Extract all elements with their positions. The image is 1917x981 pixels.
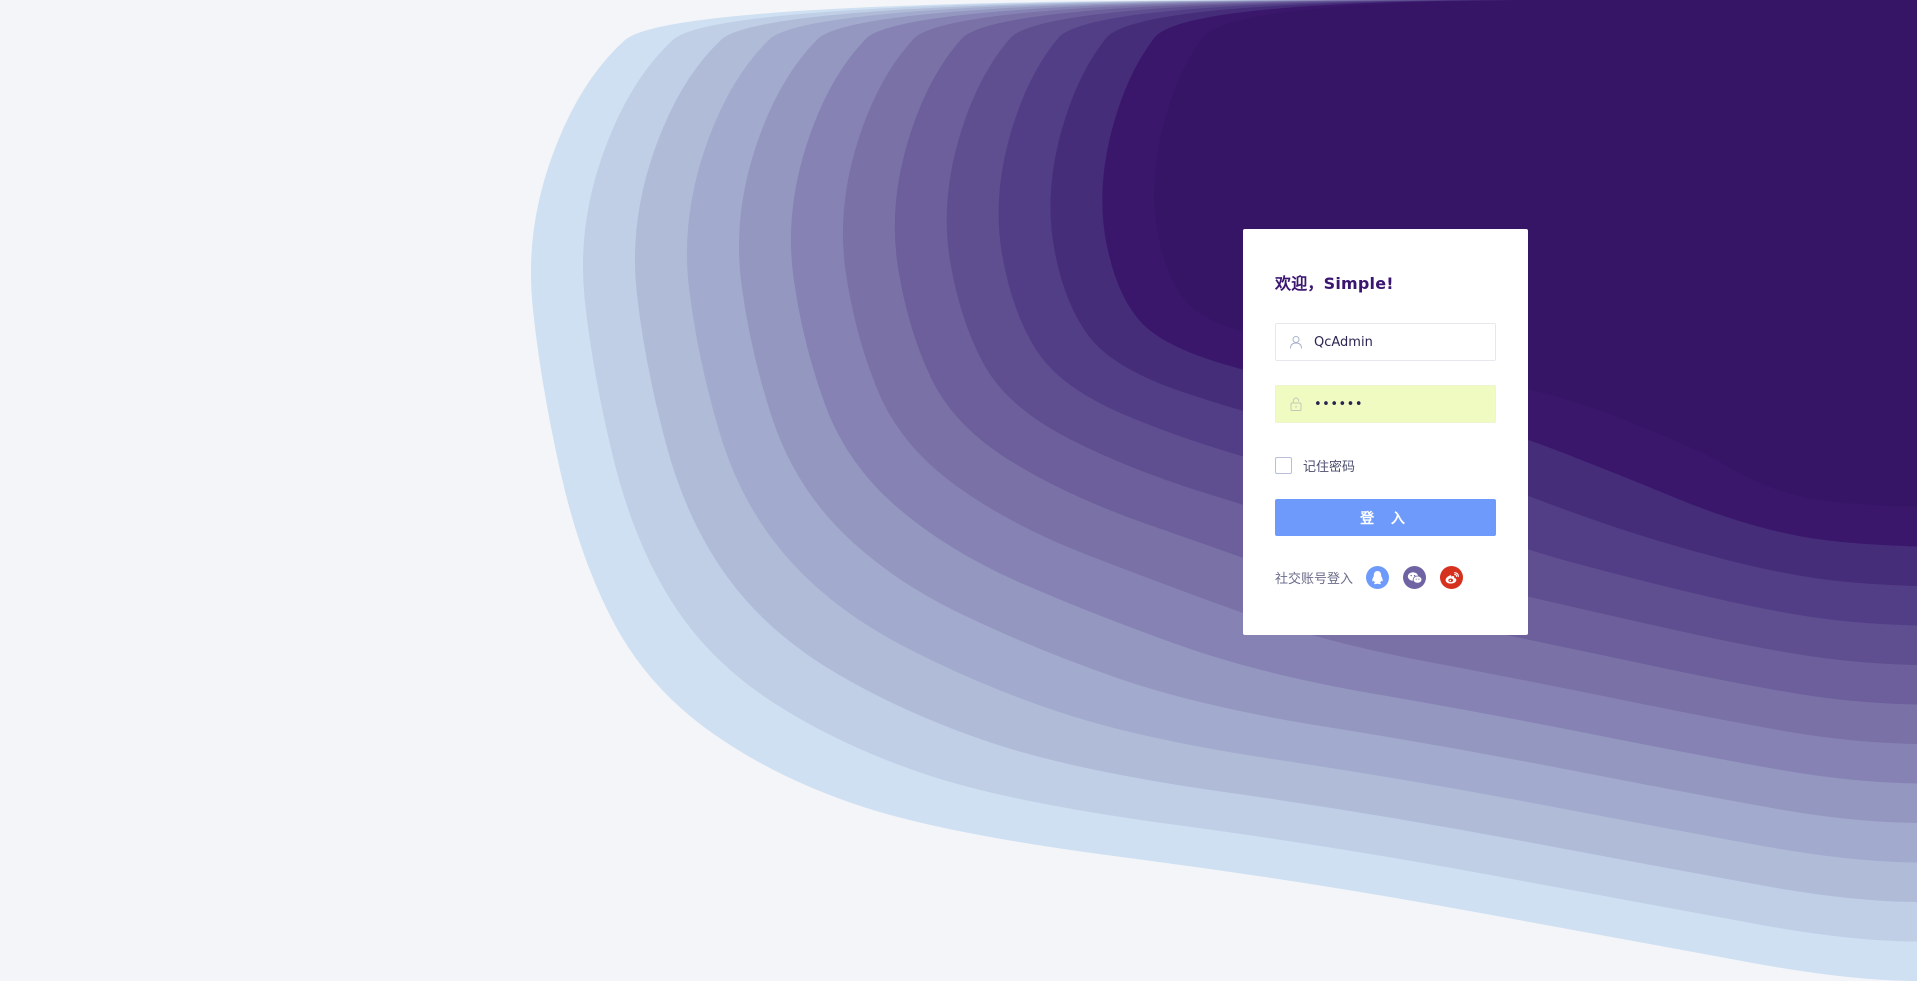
wechat-icon[interactable] bbox=[1403, 566, 1427, 589]
social-login: 社交账号登入 bbox=[1275, 566, 1477, 589]
social-login-label: 社交账号登入 bbox=[1275, 572, 1354, 587]
username-input[interactable] bbox=[1314, 324, 1489, 360]
qq-icon[interactable] bbox=[1366, 566, 1390, 589]
user-icon bbox=[1289, 335, 1303, 349]
lock-icon bbox=[1289, 397, 1303, 411]
remember-password[interactable]: 记住密码 bbox=[1275, 456, 1355, 475]
background-waves bbox=[0, 0, 1917, 981]
password-field[interactable] bbox=[1275, 385, 1496, 423]
weibo-icon[interactable] bbox=[1440, 566, 1464, 589]
password-input[interactable] bbox=[1314, 386, 1489, 422]
remember-label: 记住密码 bbox=[1303, 460, 1356, 475]
remember-checkbox[interactable] bbox=[1275, 457, 1292, 474]
username-field[interactable] bbox=[1275, 323, 1496, 361]
login-button[interactable]: 登 入 bbox=[1275, 499, 1496, 536]
login-card: 欢迎，Simple! 记住密码 登 入 社交账号登入 bbox=[1243, 229, 1528, 635]
welcome-title: 欢迎，Simple! bbox=[1275, 274, 1394, 293]
